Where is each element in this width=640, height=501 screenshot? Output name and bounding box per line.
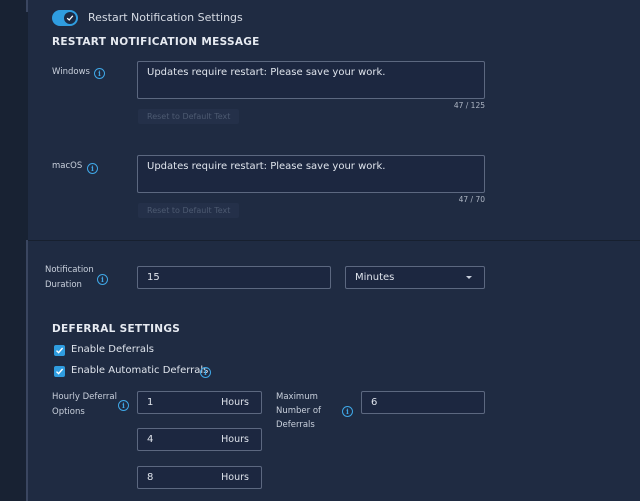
windows-reset-default-button[interactable]: Reset to Default Text xyxy=(138,109,240,124)
hourly-label-line: Hourly Deferral xyxy=(52,392,117,402)
windows-char-counter: 47 / 125 xyxy=(453,101,485,110)
check-icon xyxy=(56,368,64,375)
max-deferrals-label: Maximum Number of Deferrals xyxy=(276,390,321,432)
section-title-restart-message: RESTART NOTIFICATION MESSAGE xyxy=(52,36,260,48)
macos-label: macOS xyxy=(52,161,83,171)
info-icon[interactable]: i xyxy=(87,163,98,174)
check-icon xyxy=(66,15,74,21)
hourly-option-value: 1 xyxy=(147,397,154,408)
duration-unit-select[interactable]: Minutes xyxy=(345,266,485,289)
enable-deferrals-label: Enable Deferrals xyxy=(71,344,154,355)
info-icon[interactable]: i xyxy=(118,400,129,411)
hourly-option-input[interactable]: 1 Hours xyxy=(137,391,262,414)
duration-unit-value: Minutes xyxy=(355,272,395,283)
enable-automatic-deferrals-checkbox[interactable] xyxy=(54,366,65,377)
section-divider xyxy=(28,240,640,241)
section-title-deferral: DEFERRAL SETTINGS xyxy=(52,323,181,335)
restart-notification-toggle[interactable] xyxy=(52,10,78,26)
toggle-knob xyxy=(64,12,76,24)
info-icon[interactable]: i xyxy=(200,367,211,378)
max-label-line: Deferrals xyxy=(276,420,315,430)
macos-char-counter: 47 / 70 xyxy=(458,195,485,204)
left-rail xyxy=(0,0,29,501)
hourly-option-input[interactable]: 4 Hours xyxy=(137,428,262,451)
duration-label-line: Notification xyxy=(45,265,94,275)
macos-message-textarea[interactable]: Updates require restart: Please save you… xyxy=(137,155,485,193)
hourly-option-unit: Hours xyxy=(221,397,249,408)
max-label-line: Number of xyxy=(276,406,322,416)
max-label-line: Maximum xyxy=(276,392,318,402)
duration-label: Notification Duration xyxy=(45,263,94,292)
hourly-option-unit: Hours xyxy=(221,434,249,445)
chevron-down-icon xyxy=(466,276,472,279)
hourly-label-line: Options xyxy=(52,407,85,417)
hourly-option-input[interactable]: 8 Hours xyxy=(137,466,262,489)
check-icon xyxy=(56,347,64,354)
windows-label: Windows xyxy=(52,67,90,77)
info-icon[interactable]: i xyxy=(97,274,108,285)
hourly-option-value: 4 xyxy=(147,434,154,445)
hourly-deferral-label: Hourly Deferral Options xyxy=(52,390,117,419)
hourly-option-value: 8 xyxy=(147,472,154,483)
hourly-option-unit: Hours xyxy=(221,472,249,483)
duration-input[interactable]: 15 xyxy=(137,266,331,289)
windows-message-textarea[interactable]: Updates require restart: Please save you… xyxy=(137,61,485,99)
toggle-label: Restart Notification Settings xyxy=(88,11,243,24)
macos-reset-default-button[interactable]: Reset to Default Text xyxy=(138,203,240,218)
info-icon[interactable]: i xyxy=(342,406,353,417)
info-icon[interactable]: i xyxy=(94,68,105,79)
duration-label-line: Duration xyxy=(45,280,82,290)
enable-deferrals-checkbox[interactable] xyxy=(54,345,65,356)
max-deferrals-input[interactable]: 6 xyxy=(361,391,485,414)
enable-automatic-deferrals-label: Enable Automatic Deferrals xyxy=(71,365,209,376)
